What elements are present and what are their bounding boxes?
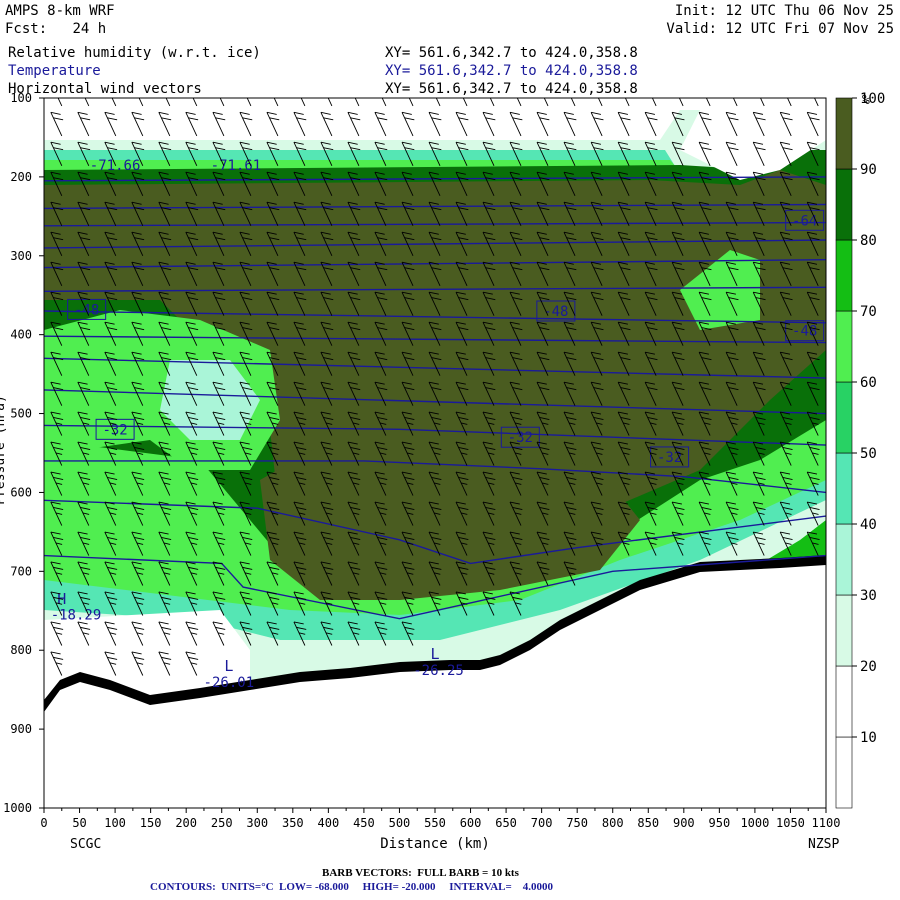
y-tick-label: 500 [10,407,32,421]
colorbar-level-label: 70 [860,304,877,320]
x-tick-label: 500 [389,816,411,830]
contour-label: -26.25 [413,663,464,679]
contour-label: -32 [657,450,682,466]
y-tick-label: 300 [10,249,32,263]
x-tick-label: 700 [531,816,553,830]
x-tick-label: 600 [460,816,482,830]
colorbar-swatch [835,239,853,312]
colorbar-swatch [835,665,853,738]
y-tick-label: 100 [10,91,32,105]
x-tick-label: 200 [175,816,197,830]
x-tick-label: 750 [566,816,588,830]
colorbar-swatch [835,452,853,525]
contour-label: -18.29 [51,608,102,624]
start-station-label: SCGC [70,837,101,852]
colorbar-level-label: 80 [860,233,877,249]
x-tick-label: 450 [353,816,375,830]
colorbar-level-label: 50 [860,446,877,462]
x-tick-label: 100 [104,816,126,830]
cross-section-plot: -71.66 -71.61-64-48 -48-48-32 -32-32H-18.29… [0,91,885,852]
colorbar-level-label: 10 [860,730,877,746]
colorbar-swatch [835,168,853,241]
colorbar-level-label: 40 [860,517,877,533]
y-tick-label: 600 [10,485,32,499]
x-tick-label: 400 [318,816,340,830]
x-tick-label: 800 [602,816,624,830]
x-tick-label: 150 [140,816,162,830]
x-tick-label: 850 [637,816,659,830]
end-station-label: NZSP [808,837,839,852]
x-tick-label: 950 [709,816,731,830]
x-tick-label: 1000 [740,816,769,830]
contour-label: -71.61 [211,158,262,174]
contour-legend: CONTOURS: UNITS=°C LOW= -68.000 HIGH= -2… [150,881,554,893]
colorbar-swatch [835,594,853,667]
x-tick-label: 550 [424,816,446,830]
colorbar-swatch [835,310,853,383]
colorbar-level-label: 30 [860,588,877,604]
contour-label: -26.01 [204,675,255,691]
x-tick-label: 250 [211,816,233,830]
contour-label: L [224,657,233,675]
x-axis-title: Distance (km) [380,836,490,852]
y-tick-label: 200 [10,170,32,184]
x-tick-label: 650 [495,816,517,830]
y-tick-label: 900 [10,722,32,736]
colorbar-swatch [835,381,853,454]
colorbar-level-label: 20 [860,659,877,675]
contour-label: -71.66 [90,158,141,174]
y-tick-label: 800 [10,643,32,657]
contour-label: -32 [102,422,127,438]
y-axis-title: Pressure (hPa) [0,395,8,505]
colorbar-level-label: 90 [860,162,877,178]
x-tick-label: 50 [72,816,86,830]
y-tick-label: 700 [10,564,32,578]
x-tick-label: 300 [246,816,268,830]
y-tick-label: 1000 [3,801,32,815]
colorbar-unit: % [862,93,870,108]
x-tick-label: 350 [282,816,304,830]
y-tick-label: 400 [10,328,32,342]
barb-legend: BARB VECTORS: FULL BARB = 10 kts [322,867,519,879]
contour-label: -48 [543,304,568,320]
colorbar-swatch [835,736,853,809]
colorbar-swatch [835,97,853,170]
colorbar-level-label: 60 [860,375,877,391]
x-tick-label: 0 [40,816,47,830]
x-tick-label: 1050 [776,816,805,830]
x-tick-label: 1100 [812,816,841,830]
contour-label: -48 [792,324,817,340]
x-tick-label: 900 [673,816,695,830]
contour-label: L [430,645,439,663]
contour-label: -32 [508,430,533,446]
colorbar-swatch [835,523,853,596]
